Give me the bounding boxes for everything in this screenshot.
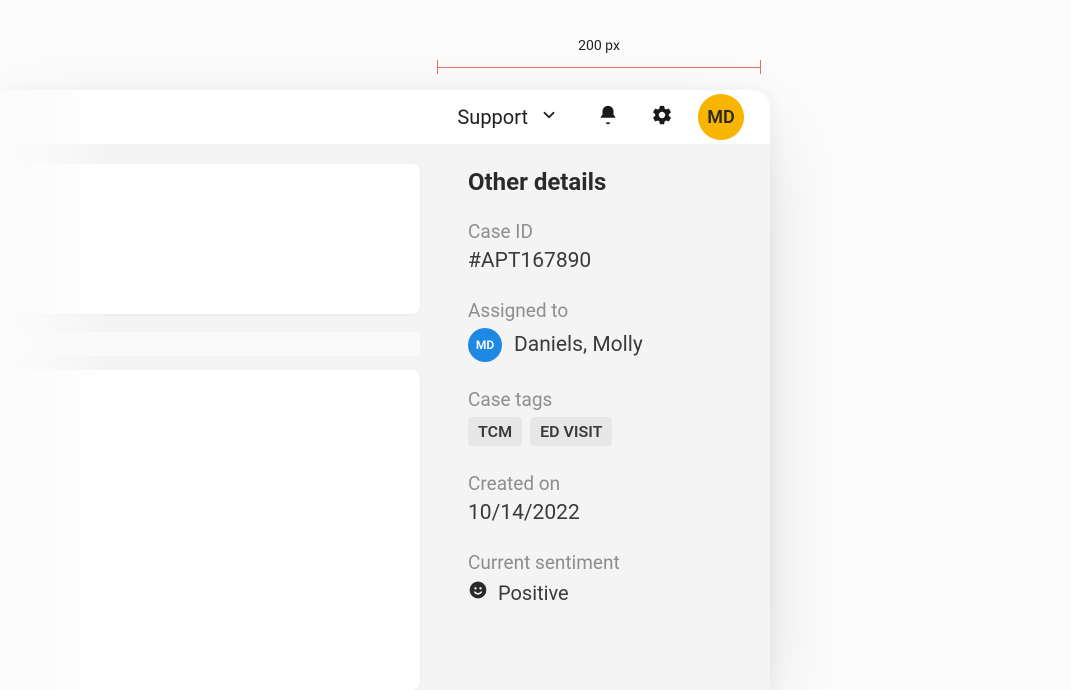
tag-list: TCM ED VISIT (468, 417, 748, 446)
main-content-placeholder (0, 144, 446, 690)
tag[interactable]: ED VISIT (530, 417, 612, 446)
details-panel: Other details Case ID #APT167890 Assigne… (446, 144, 770, 690)
support-label: Support (457, 105, 528, 129)
assignee[interactable]: MD Daniels, Molly (468, 328, 748, 362)
settings-button[interactable] (644, 99, 680, 135)
app-body: Other details Case ID #APT167890 Assigne… (0, 144, 770, 690)
tag[interactable]: TCM (468, 417, 522, 446)
field-case-id: Case ID #APT167890 (468, 220, 748, 273)
field-case-tags: Case tags TCM ED VISIT (468, 388, 748, 446)
measurement-annotation: 200 px (437, 38, 761, 74)
field-label: Case tags (468, 388, 748, 411)
field-label: Created on (468, 472, 748, 495)
assignee-initials: MD (476, 338, 494, 352)
placeholder-card (0, 164, 420, 314)
measurement-label: 200 px (437, 38, 761, 54)
notifications-button[interactable] (590, 99, 626, 135)
field-label: Case ID (468, 220, 748, 243)
field-label: Assigned to (468, 299, 748, 322)
case-id-value: #APT167890 (468, 249, 748, 273)
support-dropdown[interactable]: Support (453, 99, 562, 135)
avatar-initials: MD (707, 107, 734, 128)
sentiment-text: Positive (498, 581, 569, 605)
chevron-down-icon (540, 105, 558, 129)
placeholder-strip (0, 332, 420, 356)
field-label: Current sentiment (468, 551, 748, 574)
gear-icon (651, 104, 673, 130)
panel-title: Other details (468, 168, 748, 196)
sentiment-value: Positive (468, 580, 748, 605)
placeholder-card (0, 370, 420, 690)
user-avatar[interactable]: MD (698, 94, 744, 140)
top-bar: Support MD (0, 90, 770, 144)
smile-icon (468, 580, 488, 605)
created-on-value: 10/14/2022 (468, 501, 748, 525)
assignee-name: Daniels, Molly (514, 333, 643, 357)
field-sentiment: Current sentiment Positive (468, 551, 748, 605)
bell-icon (597, 104, 619, 130)
field-created-on: Created on 10/14/2022 (468, 472, 748, 525)
field-assigned-to: Assigned to MD Daniels, Molly (468, 299, 748, 362)
assignee-avatar: MD (468, 328, 502, 362)
app-window: Support MD Other details (0, 90, 770, 690)
measurement-bar (437, 60, 761, 74)
